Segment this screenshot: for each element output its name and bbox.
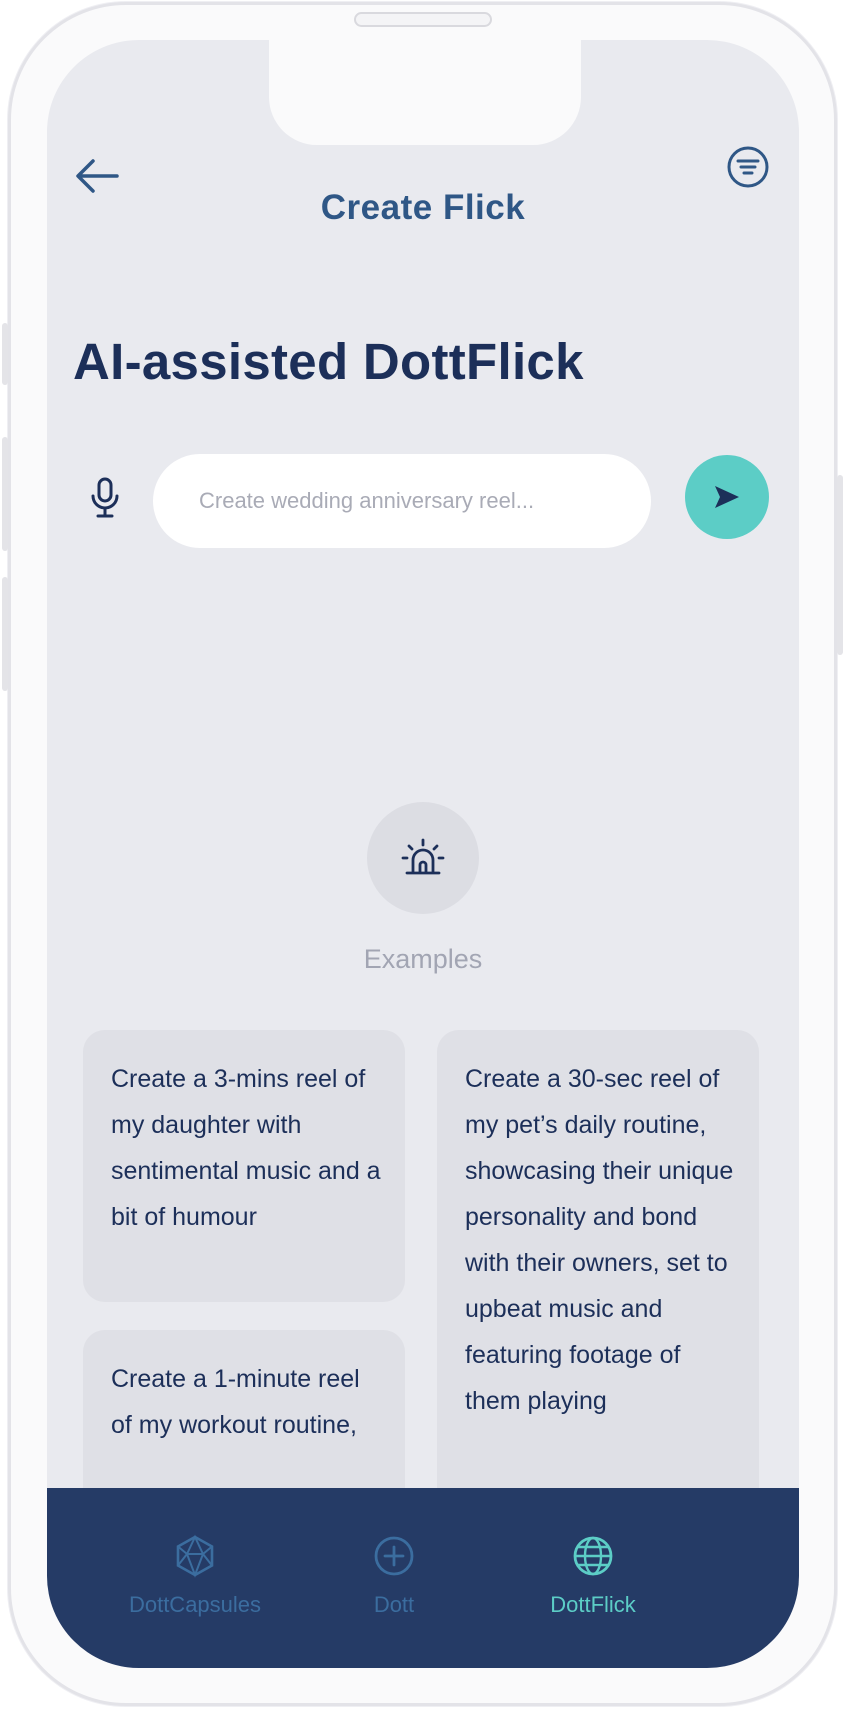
mute-switch xyxy=(2,323,8,385)
example-card[interactable]: Create a 3-mins reel of my daughter with… xyxy=(83,1030,405,1302)
volume-down-button xyxy=(2,577,8,691)
prompt-input[interactable] xyxy=(153,454,651,548)
speaker-grille xyxy=(354,12,492,27)
alarm-light-icon xyxy=(401,838,445,875)
plus-circle-icon xyxy=(372,1534,416,1578)
power-button xyxy=(837,475,843,655)
page-title: Create Flick xyxy=(320,188,526,227)
examples-badge xyxy=(367,802,479,914)
nav-item-dottcapsules[interactable]: DottCapsules xyxy=(95,1488,295,1618)
examples-label: Examples xyxy=(363,944,483,974)
nav-label: DottFlick xyxy=(550,1592,636,1617)
voice-input-button[interactable] xyxy=(87,474,123,522)
send-button[interactable] xyxy=(685,455,769,539)
hexagon-icon xyxy=(173,1534,217,1578)
microphone-icon xyxy=(91,477,119,518)
volume-up-button xyxy=(2,437,8,551)
nav-item-dottflick[interactable]: DottFlick xyxy=(493,1488,693,1618)
globe-icon xyxy=(571,1534,615,1578)
feature-heading: AI-assisted DottFlick xyxy=(73,333,584,390)
app-screen: Create Flick AI-assisted DottFlick Examp… xyxy=(47,40,799,1668)
bottom-nav: DottCapsules Dott DottFlick xyxy=(47,1488,799,1668)
nav-label: Dott xyxy=(373,1592,415,1617)
nav-label: DottCapsules xyxy=(128,1592,262,1617)
send-icon xyxy=(715,486,739,508)
notch xyxy=(269,40,581,145)
filter-button[interactable] xyxy=(723,142,773,192)
filter-lines-icon xyxy=(727,146,769,188)
nav-item-dott[interactable]: Dott xyxy=(294,1488,494,1618)
